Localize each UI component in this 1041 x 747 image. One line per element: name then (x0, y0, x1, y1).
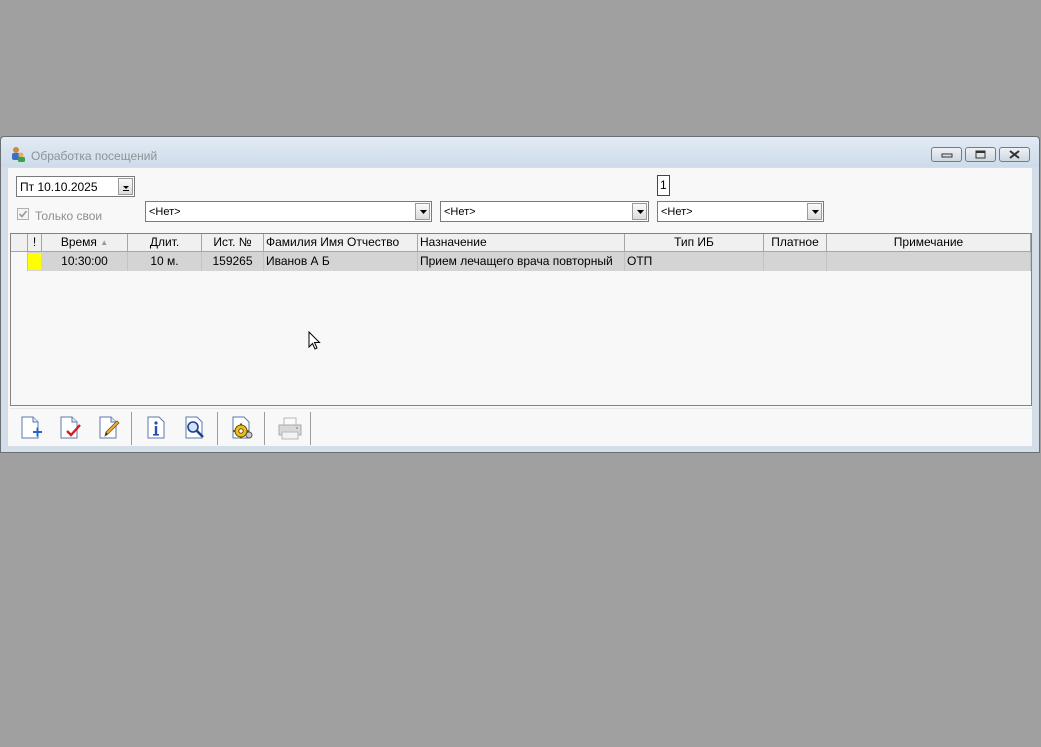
only-own-label: Только свои (35, 209, 103, 223)
new-document-icon (21, 416, 42, 439)
cell-note (827, 252, 1031, 271)
cell-duration: 10 м. (128, 252, 202, 271)
date-picker[interactable]: Пт 10.10.2025 (16, 176, 135, 197)
main-window: Обработка посещений Пт 10.10.2025 Только… (0, 136, 1040, 453)
column-header-fio[interactable]: Фамилия Имя Отчество (264, 234, 418, 252)
table-row[interactable]: 10:30:00 10 м. 159265 Иванов А Б Прием л… (11, 252, 1031, 271)
maximize-icon (975, 150, 986, 159)
edit-visit-button[interactable] (94, 412, 124, 444)
cell-type-ib: ОТП (625, 252, 764, 271)
visits-table[interactable]: ! Время ▲ Длит. Ист. № Фамилия Имя Отчес… (10, 233, 1032, 406)
print-button[interactable] (274, 412, 304, 444)
column-header-paid[interactable]: Платное (764, 234, 827, 252)
column-header-source-no[interactable]: Ист. № (202, 234, 264, 252)
toolbar-separator (264, 412, 265, 445)
search-button[interactable] (180, 412, 210, 444)
toolbar-separator (217, 412, 218, 445)
search-icon (185, 416, 204, 439)
window-title: Обработка посещений (31, 149, 158, 163)
filter-combo-3-value: <Нет> (661, 206, 693, 218)
filter-combo-1-value: <Нет> (149, 206, 181, 218)
filter-combo-2-value: <Нет> (444, 206, 476, 218)
only-own-checkbox[interactable] (17, 208, 29, 220)
chevron-down-icon (123, 186, 129, 191)
close-button[interactable] (999, 147, 1030, 162)
chevron-down-icon (420, 210, 427, 214)
column-header-indicator[interactable] (11, 234, 28, 252)
cell-time: 10:30:00 (42, 252, 128, 271)
row-indicator (11, 252, 28, 271)
app-icon (12, 147, 25, 162)
edit-document-icon (99, 416, 120, 439)
filter-combo-3-dropdown[interactable] (807, 203, 822, 220)
filter-combo-2[interactable]: <Нет> (440, 201, 649, 222)
settings-button[interactable] (227, 412, 257, 444)
print-icon (278, 417, 302, 440)
column-header-time-label: Время (60, 235, 97, 249)
info-button[interactable] (141, 412, 171, 444)
maximize-button[interactable] (965, 147, 996, 162)
date-dropdown-button[interactable] (118, 178, 133, 195)
new-visit-button[interactable] (16, 412, 46, 444)
toolbar (10, 408, 1032, 446)
minimize-icon (941, 153, 953, 158)
column-header-time[interactable]: Время ▲ (42, 234, 128, 252)
date-value: Пт 10.10.2025 (20, 180, 98, 194)
confirm-document-icon (60, 416, 81, 439)
cell-purpose: Прием лечащего врача повторный (418, 252, 625, 271)
client-area: Пт 10.10.2025 Только свои <Нет> <Нет> <Н… (8, 168, 1032, 446)
record-count: 1 (657, 175, 670, 196)
toolbar-separator (131, 412, 132, 445)
cell-fio: Иванов А Б (264, 252, 418, 271)
column-header-duration[interactable]: Длит. (128, 234, 202, 252)
settings-icon (232, 416, 253, 439)
mouse-cursor-icon (308, 331, 321, 350)
cell-paid (764, 252, 827, 271)
filter-combo-1-dropdown[interactable] (415, 203, 430, 220)
cell-source-no: 159265 (202, 252, 264, 271)
chevron-down-icon (812, 210, 819, 214)
confirm-visit-button[interactable] (55, 412, 85, 444)
column-header-purpose[interactable]: Назначение (418, 234, 625, 252)
close-icon (1009, 150, 1020, 159)
filter-combo-2-dropdown[interactable] (632, 203, 647, 220)
chevron-down-icon (637, 210, 644, 214)
info-icon (147, 416, 165, 439)
minimize-button[interactable] (931, 147, 962, 162)
column-header-note[interactable]: Примечание (827, 234, 1031, 252)
title-bar[interactable]: Обработка посещений (1, 137, 1039, 167)
filter-combo-1[interactable]: <Нет> (145, 201, 432, 222)
row-flag-marker (28, 253, 41, 270)
column-header-type-ib[interactable]: Тип ИБ (625, 234, 764, 252)
filter-combo-3[interactable]: <Нет> (657, 201, 824, 222)
toolbar-separator (310, 412, 311, 445)
sort-asc-icon: ▲ (100, 238, 109, 247)
column-header-flag[interactable]: ! (28, 234, 42, 252)
